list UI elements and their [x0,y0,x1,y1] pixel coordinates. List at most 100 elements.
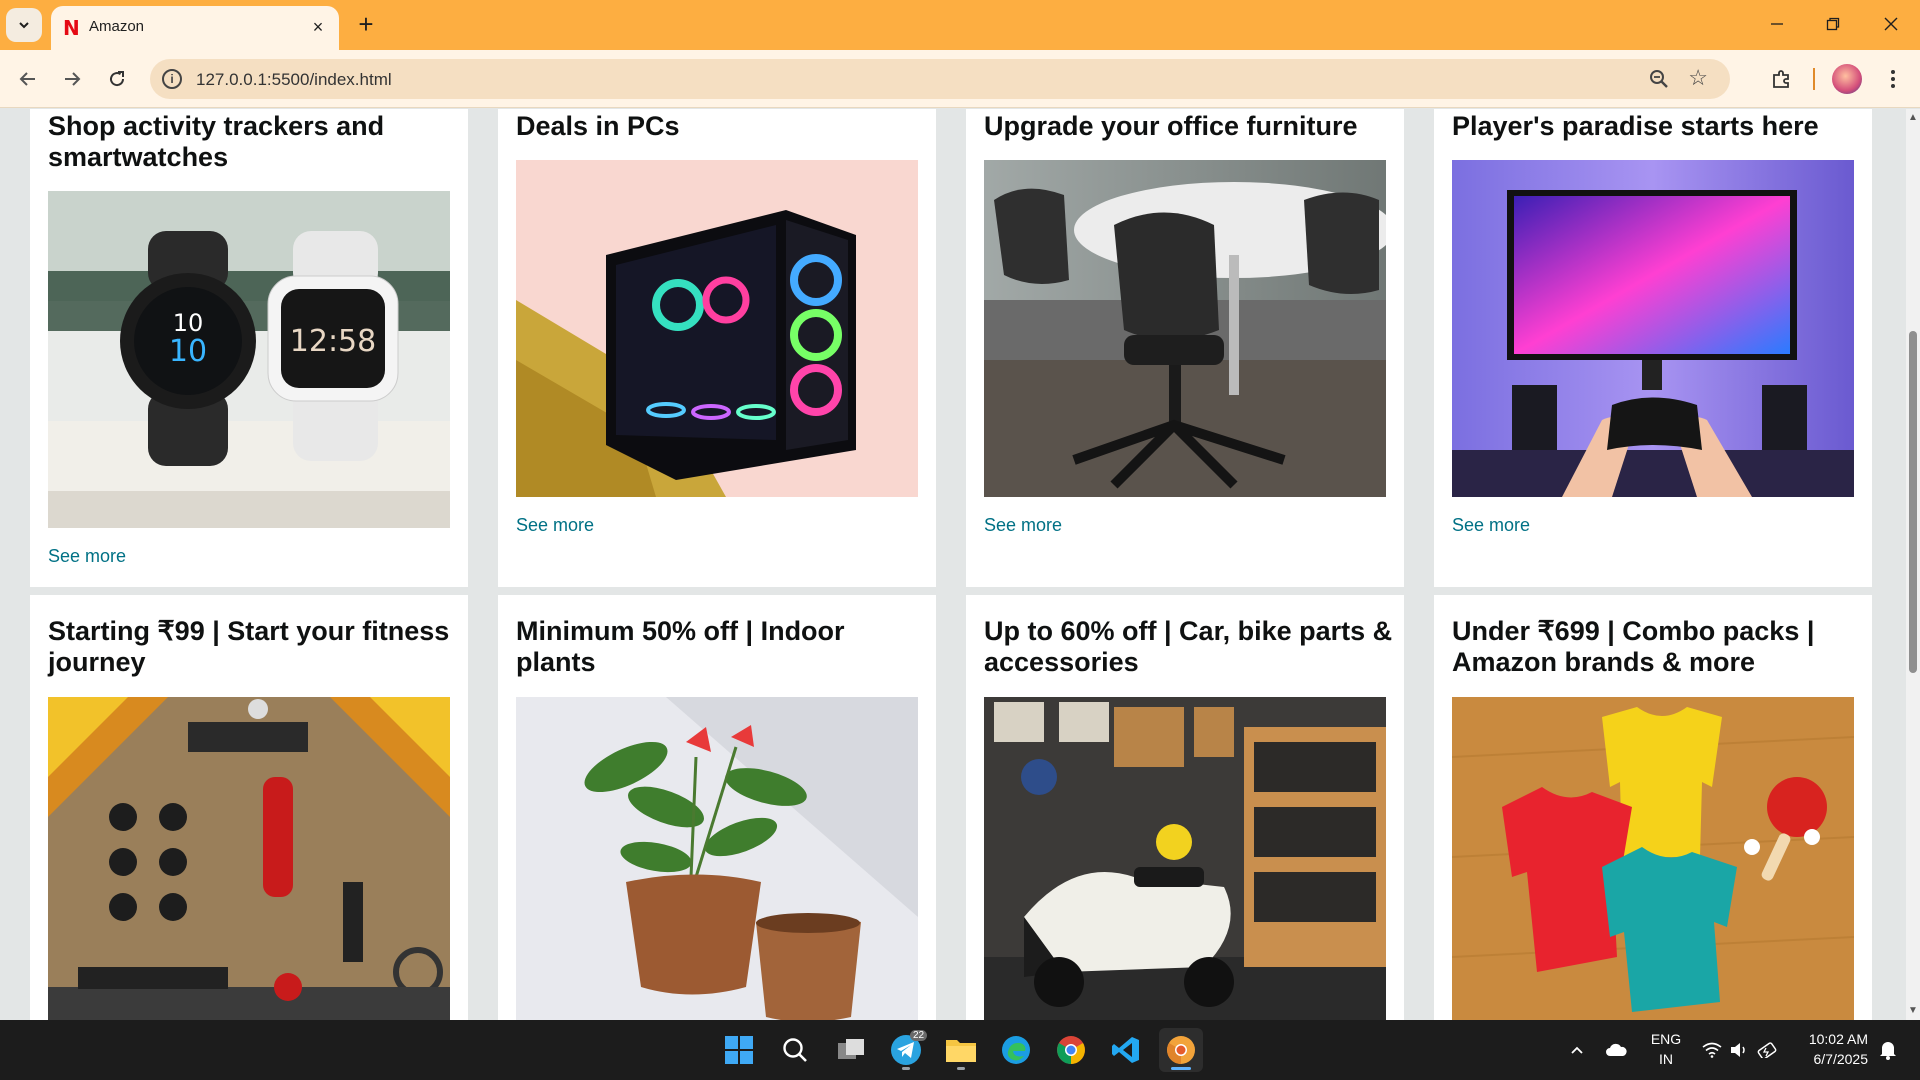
bookmark-star-icon[interactable]: ☆ [1688,65,1708,91]
gaming-controller-photo[interactable] [1452,160,1854,497]
region-indicator[interactable]: IN [1640,1051,1692,1067]
task-view-button[interactable] [829,1028,873,1072]
tab-strip: N Amazon × + [0,0,1920,50]
file-explorer-app[interactable] [939,1028,983,1072]
task-view-icon [838,1039,864,1059]
chrome-canary-app[interactable] [1159,1028,1203,1072]
battery-icon[interactable] [1756,1038,1780,1062]
start-button[interactable] [717,1028,761,1072]
page-viewport: Shop activity trackers and smartwatches … [0,109,1906,1020]
card-title: Under ₹699 | Combo packs | Amazon brands… [1452,616,1815,677]
tshirts-combo-photo[interactable] [1452,697,1854,1020]
site-info-icon[interactable]: i [162,69,182,89]
see-more-link[interactable]: See more [48,546,126,567]
tab-search-button[interactable] [6,8,42,42]
forward-button[interactable] [56,63,88,95]
smartwatches-photo[interactable]: 10 10 12:58 [48,191,450,528]
puzzle-icon [1773,70,1789,88]
vscode-icon [1112,1037,1139,1063]
card-combo-packs: Under ₹699 | Combo packs | Amazon brands… [1434,595,1872,1020]
card-title: Deals in PCs [516,111,680,141]
vscode-app[interactable] [1104,1028,1148,1072]
chrome-icon [1057,1036,1085,1064]
scroll-down-icon[interactable]: ▼ [1908,1006,1918,1016]
restore-icon [1826,17,1840,31]
windows-logo-icon [725,1036,753,1064]
running-indicator [902,1067,910,1070]
scooter-garage-photo[interactable] [984,697,1386,1020]
back-button[interactable] [12,63,44,95]
card-plants: Minimum 50% off | Indoor plants [498,595,936,1020]
taskbar-search-button[interactable] [773,1028,817,1072]
card-title: Player's paradise starts here [1452,111,1819,141]
browser-toolbar: i 127.0.0.1:5500/index.html ☆ [0,50,1920,108]
telegram-app[interactable]: 22 [884,1028,928,1072]
tab-title: Amazon [89,18,145,35]
card-title: Upgrade your office furniture [984,111,1358,141]
edge-icon [1002,1036,1030,1064]
see-more-link[interactable]: See more [984,515,1062,536]
browser-menu-button[interactable] [1877,63,1909,95]
minimize-icon [1771,23,1783,25]
svg-text:10: 10 [169,334,207,369]
close-window-button[interactable] [1866,6,1916,42]
forward-arrow-icon [65,72,81,86]
card-fitness: Starting ₹99 | Start your fitness journe… [30,595,468,1020]
card-car-bike: Up to 60% off | Car, bike parts & access… [966,595,1404,1020]
profile-avatar[interactable] [1832,64,1862,94]
zoom-icon[interactable] [1648,68,1670,90]
scrollbar-thumb[interactable] [1909,331,1917,673]
card-office-furniture: Upgrade your office furniture See more [966,109,1404,587]
onedrive-icon[interactable] [1604,1038,1628,1062]
svg-text:10: 10 [173,309,204,337]
kebab-menu-icon [1891,70,1895,88]
netflix-favicon-icon: N [63,16,80,40]
volume-icon[interactable] [1727,1038,1751,1062]
active-indicator [1171,1067,1191,1070]
reload-icon [110,71,125,87]
card-title: Shop activity trackers and smartwatches [48,111,385,172]
chevron-down-icon [19,22,29,29]
card-title: Up to 60% off | Car, bike parts & access… [984,616,1393,677]
extensions-button[interactable] [1766,63,1798,95]
minimize-button[interactable] [1752,6,1802,42]
see-more-link[interactable]: See more [1452,515,1530,536]
toolbar-divider [1813,68,1815,90]
scroll-up-icon[interactable]: ▲ [1908,113,1918,123]
card-title: Starting ₹99 | Start your fitness journe… [48,616,450,677]
reload-button[interactable] [101,63,133,95]
home-gym-photo[interactable] [48,697,450,1020]
url-text[interactable]: 127.0.0.1:5500/index.html [196,70,392,90]
see-more-link[interactable]: See more [516,515,594,536]
card-title: Minimum 50% off | Indoor plants [516,616,845,677]
close-icon [1884,17,1898,31]
office-chair-photo[interactable] [984,160,1386,497]
clock-time[interactable]: 10:02 AM [1796,1031,1868,1047]
show-hidden-icons-button[interactable] [1565,1038,1589,1062]
back-arrow-icon [19,72,35,86]
svg-text:12:58: 12:58 [290,324,376,359]
tab-amazon[interactable]: N Amazon × [51,6,339,50]
running-indicator [957,1067,965,1070]
card-pcs: Deals in PCs See more [498,109,936,587]
vertical-scrollbar[interactable]: ▲ ▼ [1906,109,1920,1020]
folder-icon [946,1040,976,1062]
search-icon [783,1038,807,1062]
address-bar[interactable]: i 127.0.0.1:5500/index.html ☆ [150,59,1730,99]
clock-date[interactable]: 6/7/2025 [1796,1051,1869,1067]
wifi-icon[interactable] [1700,1038,1724,1062]
language-indicator[interactable]: ENG [1640,1031,1692,1047]
indoor-plant-photo[interactable] [516,697,918,1020]
gaming-pc-photo[interactable] [516,160,918,497]
card-smartwatches: Shop activity trackers and smartwatches … [30,109,468,587]
close-tab-icon[interactable]: × [307,16,329,38]
notification-bell-icon[interactable] [1876,1038,1900,1062]
windows-taskbar: 22 ENG IN 10:02 AM 6/7/2025 [0,1020,1920,1080]
new-tab-button[interactable]: + [352,10,380,38]
edge-app[interactable] [994,1028,1038,1072]
chrome-app[interactable] [1049,1028,1093,1072]
card-gaming: Player's paradise starts here See more [1434,109,1872,587]
notification-badge: 22 [910,1030,928,1041]
chrome-canary-icon [1167,1036,1195,1064]
restore-button[interactable] [1808,6,1858,42]
